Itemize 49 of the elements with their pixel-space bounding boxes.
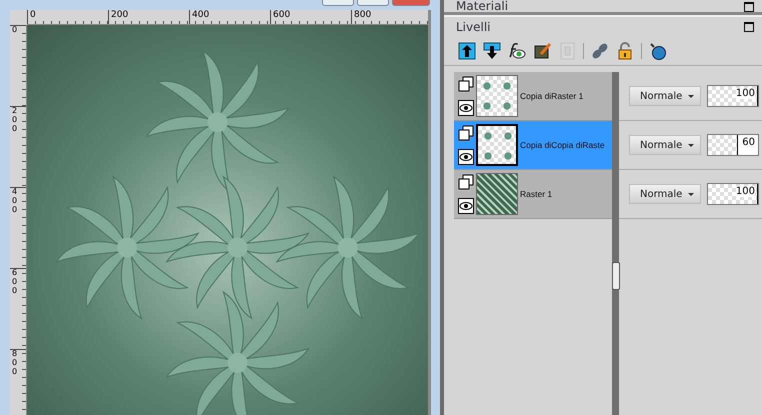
layer-row[interactable]: Copia diRaster 1 bbox=[454, 72, 612, 121]
layers-icon[interactable] bbox=[458, 174, 474, 190]
opacity-value: 60 bbox=[742, 137, 755, 148]
ruler-label: 400 bbox=[190, 10, 210, 20]
caret-icon bbox=[688, 144, 694, 146]
layer-name[interactable]: Raster 1 bbox=[520, 189, 552, 199]
eye-icon[interactable] bbox=[458, 149, 474, 165]
opacity-slider[interactable]: 100 bbox=[707, 85, 759, 107]
ruler-label: 800 bbox=[352, 10, 372, 20]
ruler-label: 200 bbox=[10, 107, 18, 134]
layer-thumbnail bbox=[476, 124, 518, 166]
link-icon[interactable] bbox=[591, 42, 609, 60]
ruler-label: 600 bbox=[271, 10, 290, 20]
ruler-label: 0 bbox=[10, 26, 18, 35]
caret-icon bbox=[688, 192, 694, 196]
splitter-handle[interactable] bbox=[612, 262, 620, 290]
opacity-value: 100 bbox=[736, 88, 755, 99]
blend-mode-dropdown[interactable]: Normale bbox=[629, 86, 701, 106]
panel-title: Livelli bbox=[456, 20, 491, 34]
layer-name[interactable]: Copia diCopia diRaste bbox=[520, 140, 605, 150]
ruler-label: 0 bbox=[28, 10, 36, 20]
ruler-label: 400 bbox=[10, 188, 18, 214]
opacity-slider[interactable]: 60 bbox=[707, 134, 759, 156]
opacity-value: 100 bbox=[736, 186, 755, 197]
lock-icon[interactable] bbox=[616, 42, 634, 60]
blend-mode-dropdown[interactable]: Normale bbox=[629, 184, 701, 204]
maximize-button[interactable] bbox=[357, 0, 389, 6]
layer-row[interactable]: Raster 1 bbox=[454, 170, 612, 219]
blend-mode-dropdown[interactable]: Normale bbox=[629, 135, 701, 155]
brush-icon[interactable] bbox=[533, 42, 551, 60]
arrow-down-icon[interactable] bbox=[483, 42, 501, 60]
layer-row[interactable]: Copia diCopia diRaste bbox=[454, 121, 612, 170]
minimize-button[interactable] bbox=[322, 0, 354, 6]
eye-icon[interactable] bbox=[508, 42, 526, 60]
bomb-icon[interactable] bbox=[649, 42, 667, 60]
ruler-label: 600 bbox=[10, 269, 18, 296]
opacity-slider[interactable]: 100 bbox=[707, 183, 759, 205]
layer-name[interactable]: Copia diRaster 1 bbox=[520, 91, 584, 101]
layer-thumbnail bbox=[476, 173, 518, 215]
caret-icon bbox=[688, 94, 694, 98]
ruler-label: 800 bbox=[10, 350, 18, 376]
panel-title: Materiali bbox=[456, 1, 508, 12]
ruler-label: 200 bbox=[109, 10, 128, 20]
eye-icon[interactable] bbox=[458, 100, 474, 116]
layers-icon[interactable] bbox=[458, 76, 474, 92]
eye-icon[interactable] bbox=[458, 198, 474, 214]
arrow-up-icon[interactable] bbox=[458, 42, 476, 60]
layers-icon[interactable] bbox=[458, 125, 474, 141]
layer-thumbnail bbox=[476, 75, 518, 117]
